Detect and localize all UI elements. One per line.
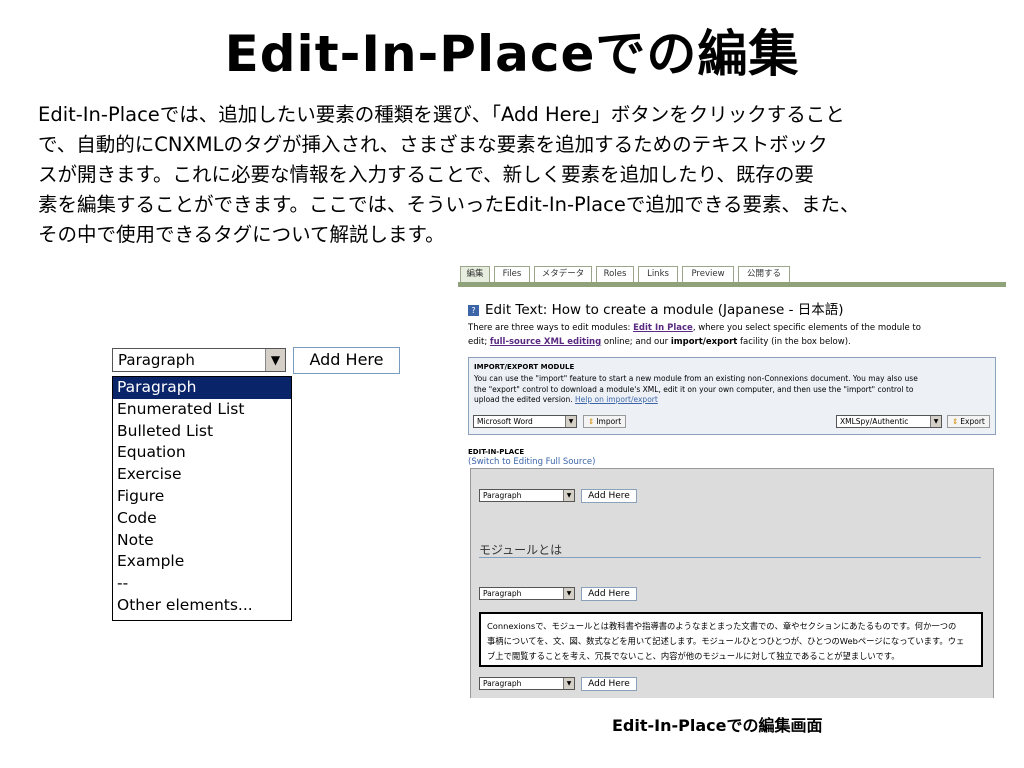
add-here-button[interactable]: Add Here bbox=[581, 489, 637, 503]
export-icon: ⇕ bbox=[952, 417, 959, 426]
help-import-export-link[interactable]: Help on import/export bbox=[575, 395, 658, 404]
export-format-value: XMLSpy/Authentic bbox=[840, 417, 909, 426]
element-select-3[interactable]: Paragraph ▼ bbox=[479, 677, 575, 690]
edit-title-text: Edit Text: How to create a module (Japan… bbox=[485, 302, 844, 318]
edit-in-place-link[interactable]: Edit In Place bbox=[633, 323, 693, 333]
import-export-heading: IMPORT/EXPORT MODULE bbox=[474, 363, 575, 371]
option-code[interactable]: Code bbox=[113, 508, 291, 530]
option-figure[interactable]: Figure bbox=[113, 486, 291, 508]
edit-in-place-heading: EDIT-IN-PLACE bbox=[468, 448, 525, 456]
add-here-button[interactable]: Add Here bbox=[293, 347, 400, 374]
chevron-down-icon[interactable]: ▼ bbox=[563, 678, 574, 689]
paragraph-line: 事柄についてを、文、図、数式などを用いて記述します。モジュールひとつひとつが、ひ… bbox=[487, 636, 965, 646]
export-button[interactable]: ⇕ Export bbox=[947, 415, 990, 428]
option-other-elements[interactable]: Other elements... bbox=[113, 595, 291, 617]
paragraph-line: ブ上で閲覧することを考え、冗長でないこと、内容が他のモジュールに対して独立である… bbox=[487, 651, 900, 661]
body-line: で、自動的にCNXMLのタグが挿入され、さまざまな要素を追加するためのテキストボ… bbox=[38, 133, 828, 156]
export-label: Export bbox=[960, 417, 985, 426]
element-select-2[interactable]: Paragraph ▼ bbox=[479, 587, 575, 600]
heading-underline bbox=[479, 557, 981, 558]
intro-text: edit; bbox=[468, 337, 490, 347]
import-format-select[interactable]: Microsoft Word ▼ bbox=[473, 415, 577, 428]
intro-text: online; and our bbox=[601, 337, 671, 347]
slide-body: Edit-In-Placeでは、追加したい要素の種類を選び、「Add Here」… bbox=[38, 100, 993, 250]
module-heading[interactable]: モジュールとは bbox=[479, 541, 562, 558]
option-enumerated-list[interactable]: Enumerated List bbox=[113, 399, 291, 421]
body-line: Edit-In-Placeでは、追加したい要素の種類を選び、「Add Here」… bbox=[38, 103, 845, 126]
tab-files[interactable]: Files bbox=[494, 266, 530, 283]
ie-line: You can use the "import" feature to star… bbox=[474, 374, 918, 383]
tab-preview[interactable]: Preview bbox=[682, 266, 734, 283]
intro-text: , where you select specific elements of … bbox=[692, 323, 921, 333]
tab-roles[interactable]: Roles bbox=[596, 266, 634, 283]
body-line: スが開きます。これに必要な情報を入力することで、新しく要素を追加したり、既存の要 bbox=[38, 163, 814, 186]
add-here-button[interactable]: Add Here bbox=[581, 587, 637, 601]
ie-line: the "export" control to download a modul… bbox=[474, 384, 914, 394]
option-separator: -- bbox=[117, 574, 129, 593]
tab-underline bbox=[458, 282, 1006, 287]
element-type-select[interactable]: Paragraph ▼ bbox=[112, 348, 286, 372]
chevron-down-icon[interactable]: ▼ bbox=[265, 349, 285, 371]
export-format-select[interactable]: XMLSpy/Authentic ▼ bbox=[836, 415, 942, 428]
switch-full-source-link[interactable]: (Switch to Editing Full Source) bbox=[468, 457, 595, 467]
chevron-down-icon[interactable]: ▼ bbox=[565, 416, 576, 427]
option-bulleted-list[interactable]: Bulleted List bbox=[113, 421, 291, 443]
help-icon[interactable]: ? bbox=[468, 305, 479, 316]
select-value: Paragraph bbox=[483, 679, 522, 688]
select-value: Paragraph bbox=[483, 491, 522, 500]
option-example[interactable]: Example bbox=[113, 551, 291, 573]
import-label: Import bbox=[596, 417, 622, 426]
tab-links[interactable]: Links bbox=[638, 266, 678, 283]
import-export-text: You can use the "import" feature to star… bbox=[474, 374, 989, 406]
tab-edit[interactable]: 編集 bbox=[460, 266, 490, 283]
body-line: 素を編集することができます。ここでは、そういったEdit-In-Placeで追加… bbox=[38, 193, 860, 216]
body-line: その中で使用できるタグについて解説します。 bbox=[38, 223, 445, 246]
slide-title: Edit-In-Placeでの編集 bbox=[224, 25, 800, 83]
option-equation[interactable]: Equation bbox=[113, 442, 291, 464]
option-note[interactable]: Note bbox=[113, 530, 291, 552]
select-value: Paragraph bbox=[118, 351, 195, 369]
intro-bold: import/export bbox=[670, 337, 738, 347]
edit-page-title: ? Edit Text: How to create a module (Japa… bbox=[468, 298, 844, 318]
paragraph-text-box[interactable]: Connexionsで、モジュールとは教科書や指導書のようなまとまった文書での、… bbox=[479, 612, 983, 667]
edit-intro: There are three ways to edit modules: Ed… bbox=[468, 321, 998, 349]
element-type-list[interactable]: Paragraph Enumerated List Bulleted List … bbox=[112, 376, 292, 621]
import-export-box: IMPORT/EXPORT MODULE You can use the "im… bbox=[468, 357, 996, 435]
full-source-link[interactable]: full-source XML editing bbox=[490, 337, 601, 347]
import-icon: ⇕ bbox=[588, 417, 595, 426]
tab-metadata[interactable]: メタデータ bbox=[534, 266, 592, 283]
editor-screenshot: 編集 Files メタデータ Roles Links Preview 公開する … bbox=[458, 265, 1006, 698]
select-value: Paragraph bbox=[483, 589, 522, 598]
import-format-value: Microsoft Word bbox=[477, 417, 533, 426]
chevron-down-icon[interactable]: ▼ bbox=[563, 588, 574, 599]
element-select-1[interactable]: Paragraph ▼ bbox=[479, 489, 575, 502]
import-button[interactable]: ⇕ Import bbox=[583, 415, 627, 428]
add-here-button[interactable]: Add Here bbox=[581, 677, 637, 691]
option-paragraph[interactable]: Paragraph bbox=[113, 377, 291, 399]
paragraph-line: Connexionsで、モジュールとは教科書や指導書のようなまとまった文書での、… bbox=[487, 621, 957, 631]
edit-in-place-area: Paragraph ▼ Add Here モジュールとは Paragraph ▼… bbox=[470, 468, 994, 698]
option-exercise[interactable]: Exercise bbox=[113, 464, 291, 486]
chevron-down-icon[interactable]: ▼ bbox=[930, 416, 941, 427]
tab-publish[interactable]: 公開する bbox=[738, 266, 790, 283]
intro-text: facility (in the box below). bbox=[737, 337, 851, 347]
screenshot-caption: Edit-In-Placeでの編集画面 bbox=[612, 716, 823, 735]
chevron-down-icon[interactable]: ▼ bbox=[563, 490, 574, 501]
intro-text: There are three ways to edit modules: bbox=[468, 323, 634, 333]
ie-line: upload the edited version. bbox=[474, 395, 576, 404]
